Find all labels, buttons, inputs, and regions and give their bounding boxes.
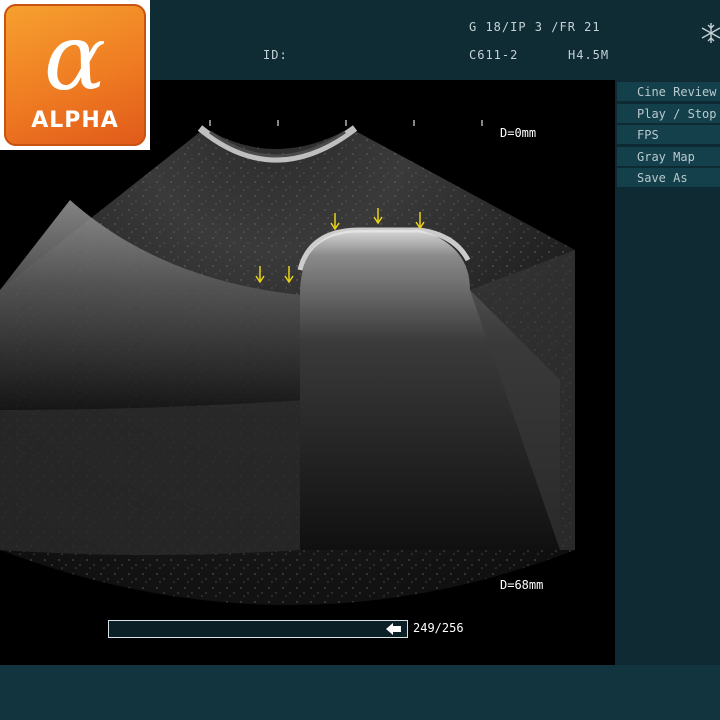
deep-tissue [0, 400, 305, 555]
depth-bottom-label: D=68mm [500, 578, 544, 592]
scan-parameters: G 18/IP 3 /FR 21 [469, 20, 601, 34]
bottom-bar [0, 665, 720, 720]
menu-fps[interactable]: FPS [617, 125, 720, 145]
logo-badge: α ALPHA [4, 4, 146, 146]
menu-play-stop[interactable]: Play / Stop [617, 104, 720, 124]
cine-frame-counter: 249/256 [413, 621, 464, 635]
probe-frequency: H4.5M [568, 48, 610, 62]
right-menu-panel: Cine Review Play / Stop FPS Gray Map Sav… [615, 80, 720, 665]
menu-save-as[interactable]: Save As [617, 168, 720, 188]
menu-gray-map[interactable]: Gray Map [617, 147, 720, 167]
cine-progress-bar[interactable] [108, 620, 408, 638]
snowflake-icon[interactable] [700, 22, 720, 44]
ultrasound-image-area[interactable]: D=0mm D=68mm [0, 80, 615, 665]
alpha-logo: α ALPHA [0, 0, 150, 150]
logo-wordmark: ALPHA [31, 108, 119, 133]
depth-top-label: D=0mm [500, 126, 537, 140]
probe-model: C611-2 [469, 48, 519, 62]
patient-id-label: ID: [263, 48, 288, 62]
cine-progress-fill [109, 621, 399, 637]
alpha-glyph-icon: α [43, 4, 107, 111]
menu-cine-review[interactable]: Cine Review [617, 82, 720, 102]
top-depth-scale [209, 120, 483, 126]
back-arrow-icon[interactable] [384, 621, 404, 637]
